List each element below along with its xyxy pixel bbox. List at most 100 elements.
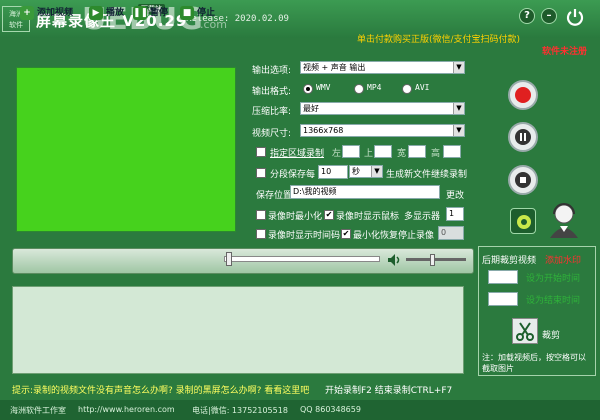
post-edit-note: 注：加载视频后，按空格可以截取图片 bbox=[482, 353, 586, 373]
region-record-label[interactable]: 指定区域录制 bbox=[270, 146, 324, 159]
format-mp4-radio[interactable] bbox=[354, 84, 364, 94]
multi-monitor-label: 多显示器 bbox=[404, 212, 441, 222]
help-button[interactable]: ? bbox=[519, 8, 535, 24]
help-icon: ? bbox=[524, 10, 530, 21]
chevron-down-icon: ▼ bbox=[453, 125, 464, 136]
minimize-on-record-checkbox[interactable] bbox=[256, 210, 266, 220]
segment-suffix-label: 生成新文件继续录制 bbox=[386, 170, 468, 180]
stop-button[interactable]: ■ 停止 bbox=[180, 5, 215, 21]
region-left-input[interactable] bbox=[342, 145, 360, 158]
volume-slider[interactable] bbox=[406, 258, 466, 261]
video-file-list[interactable] bbox=[12, 286, 464, 374]
unregistered-label: 软件未注册 bbox=[542, 47, 588, 57]
output-option-select[interactable]: 视频 + 声音 输出 ▼ bbox=[300, 61, 465, 74]
stop-record-button[interactable] bbox=[508, 165, 538, 195]
format-mp4-label: MP4 bbox=[367, 83, 382, 92]
company-name: 海洲软件工作室 bbox=[10, 406, 66, 415]
add-video-button[interactable]: + 添加视频 bbox=[20, 5, 73, 21]
format-wmv-label: WMV bbox=[316, 83, 331, 92]
region-left-label: 左 bbox=[332, 149, 342, 159]
every-label: 每 bbox=[306, 170, 316, 180]
play-icon: ▶ bbox=[89, 5, 103, 20]
segment-save-checkbox[interactable] bbox=[256, 168, 266, 178]
help-tip-link[interactable]: 提示:录制的视频文件没有声音怎么办啊? 录制的黑屏怎么办啊? 看看这里吧 bbox=[12, 383, 309, 396]
stop-icon bbox=[515, 172, 531, 188]
minimize-on-record-label: 录像时最小化 bbox=[268, 212, 323, 222]
record-icon bbox=[515, 87, 531, 103]
power-icon bbox=[566, 9, 584, 26]
crop-button[interactable] bbox=[512, 318, 538, 344]
post-edit-title: 后期裁剪视频 bbox=[482, 256, 537, 266]
minimize-button[interactable]: – bbox=[541, 8, 557, 24]
play-label: 播放 bbox=[106, 8, 125, 18]
monitor-input[interactable]: 1 bbox=[446, 207, 464, 221]
change-button[interactable]: 更改 bbox=[446, 188, 464, 201]
pause-button[interactable]: ❚❚ 暂停 bbox=[133, 5, 168, 21]
region-top-input[interactable] bbox=[374, 145, 392, 158]
video-preview bbox=[16, 67, 236, 232]
pause-icon bbox=[515, 129, 531, 145]
compression-label: 压缩比率: bbox=[252, 107, 292, 117]
pause-record-button[interactable] bbox=[508, 122, 538, 152]
user-avatar[interactable] bbox=[546, 200, 582, 238]
compression-value: 最好 bbox=[303, 104, 319, 113]
region-record-checkbox[interactable] bbox=[256, 147, 266, 157]
video-size-label: 视频尺寸: bbox=[252, 129, 292, 139]
shortcut-hint: 开始录制F2 结束录制CTRL+F7 bbox=[325, 386, 453, 396]
show-cursor-checkbox[interactable]: ✔ bbox=[324, 210, 334, 220]
region-width-label: 宽 bbox=[397, 149, 407, 159]
record-button[interactable] bbox=[508, 80, 538, 110]
playback-slider-thumb[interactable] bbox=[226, 252, 232, 266]
show-timecode-label: 录像时显示时间码 bbox=[268, 231, 341, 241]
close-button[interactable] bbox=[564, 6, 586, 28]
plus-icon: + bbox=[20, 5, 34, 20]
pause-icon: ❚❚ bbox=[133, 5, 149, 20]
save-location-input[interactable]: D:\我的视频 bbox=[290, 185, 440, 199]
format-avi-radio[interactable] bbox=[402, 84, 412, 94]
output-format-label: 输出格式: bbox=[252, 87, 292, 97]
show-cursor-label: 录像时显示鼠标 bbox=[336, 212, 400, 222]
stop-icon: ■ bbox=[180, 5, 194, 20]
region-top-label: 上 bbox=[364, 149, 374, 159]
segment-unit-value: 秒 bbox=[352, 167, 360, 176]
chevron-down-icon: ▼ bbox=[453, 62, 464, 73]
start-time-input[interactable] bbox=[488, 270, 518, 284]
volume-icon[interactable] bbox=[386, 252, 402, 268]
webcam-button[interactable] bbox=[510, 208, 536, 234]
segment-unit-select[interactable]: 秒 ▼ bbox=[349, 165, 383, 178]
website-link[interactable]: http://www.heroren.com bbox=[78, 405, 175, 414]
chevron-down-icon: ▼ bbox=[453, 103, 464, 114]
save-location-label: 保存位置 bbox=[256, 191, 293, 201]
minimize-icon: – bbox=[546, 10, 552, 21]
headset-person-icon bbox=[550, 203, 578, 238]
output-option-value: 视频 + 声音 输出 bbox=[303, 63, 366, 72]
video-size-select[interactable]: 1366x768 ▼ bbox=[300, 124, 465, 137]
buy-link[interactable]: 单击付款购买正版(微信/支付宝扫码付款) bbox=[357, 32, 520, 45]
add-video-label: 添加视频 bbox=[37, 8, 74, 18]
add-watermark-button[interactable]: 添加水印 bbox=[545, 253, 581, 266]
end-time-input[interactable] bbox=[488, 292, 518, 306]
volume-slider-thumb[interactable] bbox=[430, 254, 435, 266]
compression-select[interactable]: 最好 ▼ bbox=[300, 102, 465, 115]
set-end-button[interactable]: 设为结束时间 bbox=[526, 293, 580, 306]
pause-label: 暂停 bbox=[150, 8, 169, 18]
contact-phone: 电话|微信: 13752105518 bbox=[192, 406, 288, 415]
minimize-restore-stop-label: 最小化恢复停止录像 bbox=[353, 231, 435, 241]
chevron-down-icon: ▼ bbox=[371, 166, 382, 177]
play-button[interactable]: ▶ 播放 bbox=[89, 5, 124, 21]
format-wmv-radio[interactable] bbox=[303, 84, 313, 94]
show-timecode-checkbox[interactable] bbox=[256, 229, 266, 239]
camera-icon bbox=[517, 215, 531, 229]
minimize-restore-stop-checkbox[interactable]: ✔ bbox=[341, 229, 351, 239]
segment-value-input[interactable]: 10 bbox=[318, 165, 348, 179]
timecode-input[interactable]: 0 bbox=[438, 226, 464, 240]
segment-save-label: 分段保存 bbox=[270, 170, 307, 180]
contact-qq: QQ 860348659 bbox=[300, 405, 361, 414]
set-start-button[interactable]: 设为开始时间 bbox=[526, 271, 580, 284]
video-size-value: 1366x768 bbox=[303, 126, 344, 135]
scissors-icon bbox=[516, 322, 534, 341]
playback-slider[interactable] bbox=[224, 256, 380, 262]
region-height-input[interactable] bbox=[443, 145, 461, 158]
region-width-input[interactable] bbox=[408, 145, 426, 158]
crop-label: 裁剪 bbox=[542, 331, 561, 341]
